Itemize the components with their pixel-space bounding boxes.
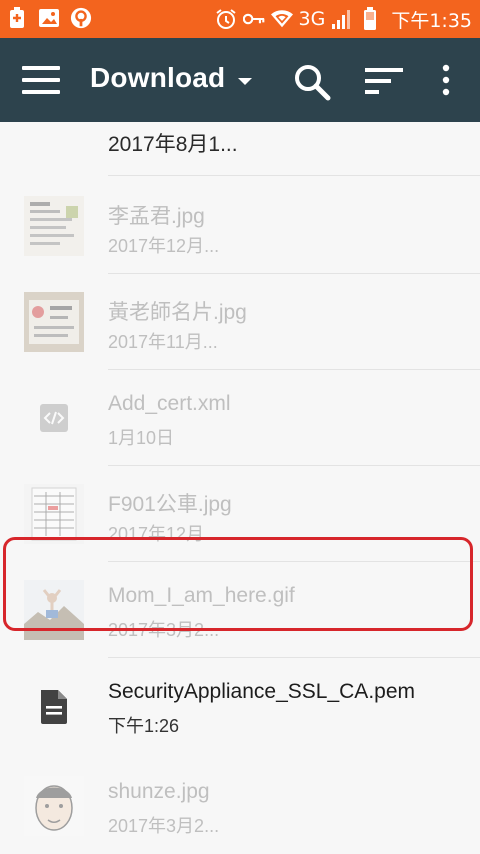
folder-title[interactable]: Download: [90, 62, 225, 94]
battery-saver-icon: [6, 6, 28, 30]
vpn-app-icon: [70, 6, 92, 30]
file-date: 2017年3月2...: [108, 816, 220, 836]
vpn-key-icon: [242, 7, 265, 31]
image-thumbnail: [24, 196, 84, 256]
search-button[interactable]: [292, 62, 332, 102]
sort-button[interactable]: [364, 66, 404, 96]
list-item[interactable]: shunze.jpg 2017年3月2...: [0, 758, 480, 854]
menu-icon-line: [22, 90, 60, 94]
image-thumbnail: [24, 292, 84, 352]
code-file-icon: [24, 388, 84, 448]
battery-icon: [359, 7, 381, 31]
app-bar: Download: [0, 38, 480, 122]
divider: [108, 175, 480, 176]
file-date: 2017年11月...: [108, 332, 218, 352]
sort-icon: [365, 68, 403, 94]
notification-icons: [6, 6, 92, 30]
caret-down-icon[interactable]: [238, 78, 252, 85]
list-item[interactable]: 李孟君.jpg 2017年12月...: [0, 178, 480, 274]
file-date: 1月10日: [108, 428, 175, 448]
file-name: 黃老師名片.jpg: [108, 301, 247, 324]
image-thumbnail: [24, 484, 84, 544]
file-list: 2017年8月1... 李孟君.jpg 2017年12月... 黃老師名片.jp…: [0, 122, 480, 854]
alarm-icon: [215, 7, 237, 31]
gallery-icon: [38, 6, 60, 30]
status-bar: 3G 下午1:35: [0, 0, 480, 38]
list-item[interactable]: 黃老師名片.jpg 2017年11月...: [0, 274, 480, 370]
more-options-button[interactable]: [436, 64, 456, 96]
network-type-label: 3G: [298, 8, 326, 30]
more-vert-icon: [442, 64, 450, 96]
menu-button[interactable]: [22, 66, 60, 94]
folder-icon: [24, 122, 84, 140]
wifi-icon: [270, 7, 293, 31]
list-item-selected[interactable]: SecurityAppliance_SSL_CA.pem 下午1:26: [0, 658, 480, 754]
file-name: shunze.jpg: [108, 780, 210, 803]
selection-highlight: [3, 537, 473, 631]
clock: 下午1:35: [391, 9, 472, 32]
list-item[interactable]: 2017年8月1...: [0, 122, 480, 178]
menu-icon-line: [22, 78, 60, 82]
file-name: SecurityAppliance_SSL_CA.pem: [108, 680, 416, 703]
image-thumbnail: [24, 776, 84, 836]
system-icons: 3G 下午1:35: [215, 5, 472, 33]
file-date: 下午1:26: [108, 716, 180, 736]
file-name: Add_cert.xml: [108, 392, 231, 415]
document-icon: [24, 676, 84, 736]
signal-icon: [331, 7, 353, 31]
file-name: F901公車.jpg: [108, 493, 232, 516]
file-date: 2017年12月...: [108, 236, 220, 256]
search-icon: [295, 65, 331, 101]
menu-icon: [22, 66, 60, 70]
file-date: 2017年8月1...: [108, 133, 238, 156]
file-name: 李孟君.jpg: [108, 205, 205, 228]
list-item[interactable]: Add_cert.xml 1月10日: [0, 370, 480, 466]
